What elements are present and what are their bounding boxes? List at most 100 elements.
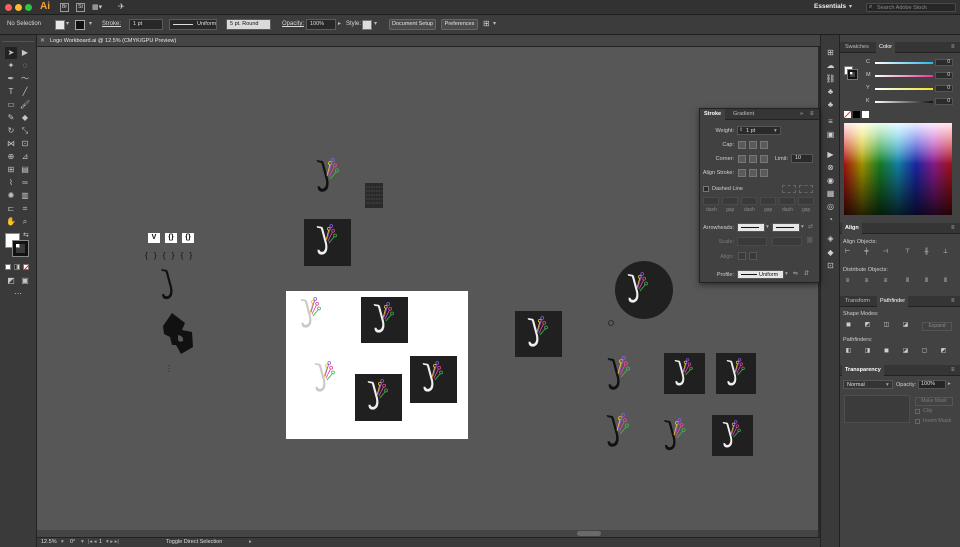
- hand-tool-icon[interactable]: ✋: [5, 216, 17, 228]
- rotation-dropdown-icon[interactable]: ▾: [81, 539, 84, 545]
- clip-checkbox[interactable]: [915, 409, 920, 414]
- start-scale-field[interactable]: [737, 237, 767, 246]
- limit-field[interactable]: 10: [791, 154, 813, 163]
- swap-fill-stroke-icon[interactable]: ⇆: [23, 231, 29, 239]
- document-tab[interactable]: ✕ Logo Workboard.ai @ 12.5% (CMYK/GPU Pr…: [37, 35, 820, 47]
- trim-icon[interactable]: ◨: [864, 348, 871, 355]
- color-spectrum[interactable]: [844, 123, 952, 215]
- asset-export-panel-icon[interactable]: ⊡: [825, 260, 836, 271]
- start-arrow-chevron-icon[interactable]: ▾: [766, 224, 769, 230]
- logo-tile-dark-6[interactable]: [664, 353, 705, 394]
- links-panel-icon[interactable]: ⛓: [825, 73, 836, 84]
- mesh-tool-icon[interactable]: ⊞: [5, 164, 17, 176]
- make-mask-button[interactable]: Make Mask: [915, 397, 953, 406]
- channel-y-value[interactable]: 0: [935, 85, 953, 92]
- horizontal-scrollbar[interactable]: [37, 530, 818, 537]
- next-artboard-icon[interactable]: ▾ ▸ ▸|: [106, 539, 119, 545]
- paintbrush-tool-icon[interactable]: 🖌: [19, 99, 31, 111]
- slice-tool-icon[interactable]: ⌗: [19, 203, 31, 215]
- eyedropper-tool-icon[interactable]: ⌇: [5, 177, 17, 189]
- line-segment-tool-icon[interactable]: ╱: [19, 86, 31, 98]
- document-setup-button[interactable]: Document Setup: [389, 19, 436, 30]
- fill-swatch[interactable]: [55, 20, 65, 30]
- round-cap-icon[interactable]: [749, 141, 757, 149]
- arrow-tip-beyond-icon[interactable]: [738, 252, 746, 260]
- actions-panel-icon[interactable]: ▶: [825, 149, 836, 160]
- magic-wand-tool-icon[interactable]: ✦: [5, 60, 17, 72]
- stroke-menu-icon[interactable]: ≡: [810, 111, 814, 117]
- expand-button[interactable]: Expand: [922, 322, 952, 331]
- first-artboard-icon[interactable]: |◂ ◂: [88, 539, 96, 545]
- shaper-tool-icon[interactable]: ✎: [5, 112, 17, 124]
- brush-definition[interactable]: 5 pt. Round: [226, 19, 271, 30]
- projecting-cap-icon[interactable]: [760, 141, 768, 149]
- chevron-down-icon[interactable]: ▾: [849, 3, 852, 10]
- opacity-chevron-icon[interactable]: ▸: [338, 20, 341, 27]
- free-transform-tool-icon[interactable]: ⊡: [19, 138, 31, 150]
- zoom-level[interactable]: 12.5%: [41, 539, 57, 545]
- close-window-button[interactable]: [5, 4, 12, 11]
- swap-arrowheads-icon[interactable]: ⇄: [808, 223, 813, 230]
- dash-gap-fields[interactable]: dash gap dash gap dash gap: [703, 197, 814, 215]
- color-mode-icon[interactable]: [5, 264, 11, 270]
- align-hcenter-icon[interactable]: ╪: [863, 249, 870, 256]
- minus-front-icon[interactable]: ◩: [864, 322, 871, 329]
- variable-width-profile[interactable]: Uniform: [169, 19, 217, 30]
- sax-logo-black-2[interactable]: [161, 269, 173, 300]
- black-color-icon[interactable]: [853, 111, 860, 118]
- none-color-icon[interactable]: [843, 110, 852, 119]
- tab-transform[interactable]: Transform: [842, 296, 873, 307]
- gradient-tool-icon[interactable]: ▤: [19, 164, 31, 176]
- libraries-panel-icon[interactable]: ☁: [825, 60, 836, 71]
- appearance-panel-icon[interactable]: ◉: [825, 175, 836, 186]
- artboards-panel-icon[interactable]: ◈: [825, 233, 836, 244]
- align-stroke-center-icon[interactable]: [738, 169, 746, 177]
- minimize-window-button[interactable]: [15, 4, 22, 11]
- image-trace-panel-icon[interactable]: ◔: [825, 214, 836, 225]
- profile-select[interactable]: Uniform: [737, 270, 784, 279]
- distribute-vcenter-icon[interactable]: ≡: [863, 278, 870, 285]
- sax-logo-black-1[interactable]: [316, 158, 340, 192]
- perspective-grid-tool-icon[interactable]: ⊿: [19, 151, 31, 163]
- glyph-row-2[interactable]: { } { } { }: [145, 251, 194, 260]
- arrange-documents-icon[interactable]: ▦▾: [92, 3, 106, 12]
- sax-logo-black-5[interactable]: [664, 418, 686, 451]
- panel-menu-icon[interactable]: ≡: [951, 44, 955, 50]
- weight-field[interactable]: ⇕ 1 pt ▾: [737, 126, 781, 135]
- zoom-tool-icon[interactable]: ⌕: [19, 216, 31, 228]
- fill-dropdown-icon[interactable]: ▾: [66, 20, 69, 27]
- preserve-dash-icon[interactable]: [782, 185, 796, 193]
- type-tool-icon[interactable]: T: [5, 86, 17, 98]
- curvature-tool-icon[interactable]: 〜: [19, 73, 31, 85]
- weight-stepper-icon[interactable]: ⇕: [739, 127, 743, 133]
- logo-tile-dark-1[interactable]: [304, 219, 351, 266]
- tab-stroke[interactable]: Stroke: [700, 109, 726, 120]
- distribute-right-icon[interactable]: ⦀: [942, 278, 949, 285]
- unite-icon[interactable]: ◼: [845, 322, 852, 329]
- channel-y-slider[interactable]: [875, 88, 933, 90]
- workspace-switcher[interactable]: Essentials: [814, 3, 846, 10]
- divide-icon[interactable]: ◧: [845, 348, 852, 355]
- logo-tile-dark-2[interactable]: [361, 297, 408, 343]
- navigator-panel-icon[interactable]: ⊗: [825, 162, 836, 173]
- white-color-icon[interactable]: [862, 111, 869, 118]
- butt-cap-icon[interactable]: [738, 141, 746, 149]
- miter-join-icon[interactable]: [738, 155, 746, 163]
- outline-icon[interactable]: ▢: [921, 348, 928, 355]
- graphic-styles-panel-icon[interactable]: ▦: [825, 188, 836, 199]
- panel-menu-icon[interactable]: ▾: [493, 20, 496, 27]
- eraser-tool-icon[interactable]: ◆: [19, 112, 31, 124]
- scale-tool-icon[interactable]: ⤡: [19, 125, 31, 137]
- column-graph-tool-icon[interactable]: ▥: [19, 190, 31, 202]
- glyph-tile-3[interactable]: {}: [182, 233, 194, 243]
- lasso-tool-icon[interactable]: ◌: [19, 60, 31, 72]
- color-guide-panel-icon[interactable]: ◎: [825, 201, 836, 212]
- flip-along-icon[interactable]: ⇋: [793, 270, 798, 277]
- gpu-performance-icon[interactable]: ✈: [118, 2, 125, 11]
- end-arrowhead-select[interactable]: [772, 223, 800, 232]
- logo-tile-dark-7[interactable]: [716, 353, 756, 394]
- style-dropdown-icon[interactable]: ▾: [374, 20, 377, 27]
- arrow-tip-end-icon[interactable]: [749, 252, 757, 260]
- align-stroke-inside-icon[interactable]: [749, 169, 757, 177]
- zoom-window-button[interactable]: [25, 4, 32, 11]
